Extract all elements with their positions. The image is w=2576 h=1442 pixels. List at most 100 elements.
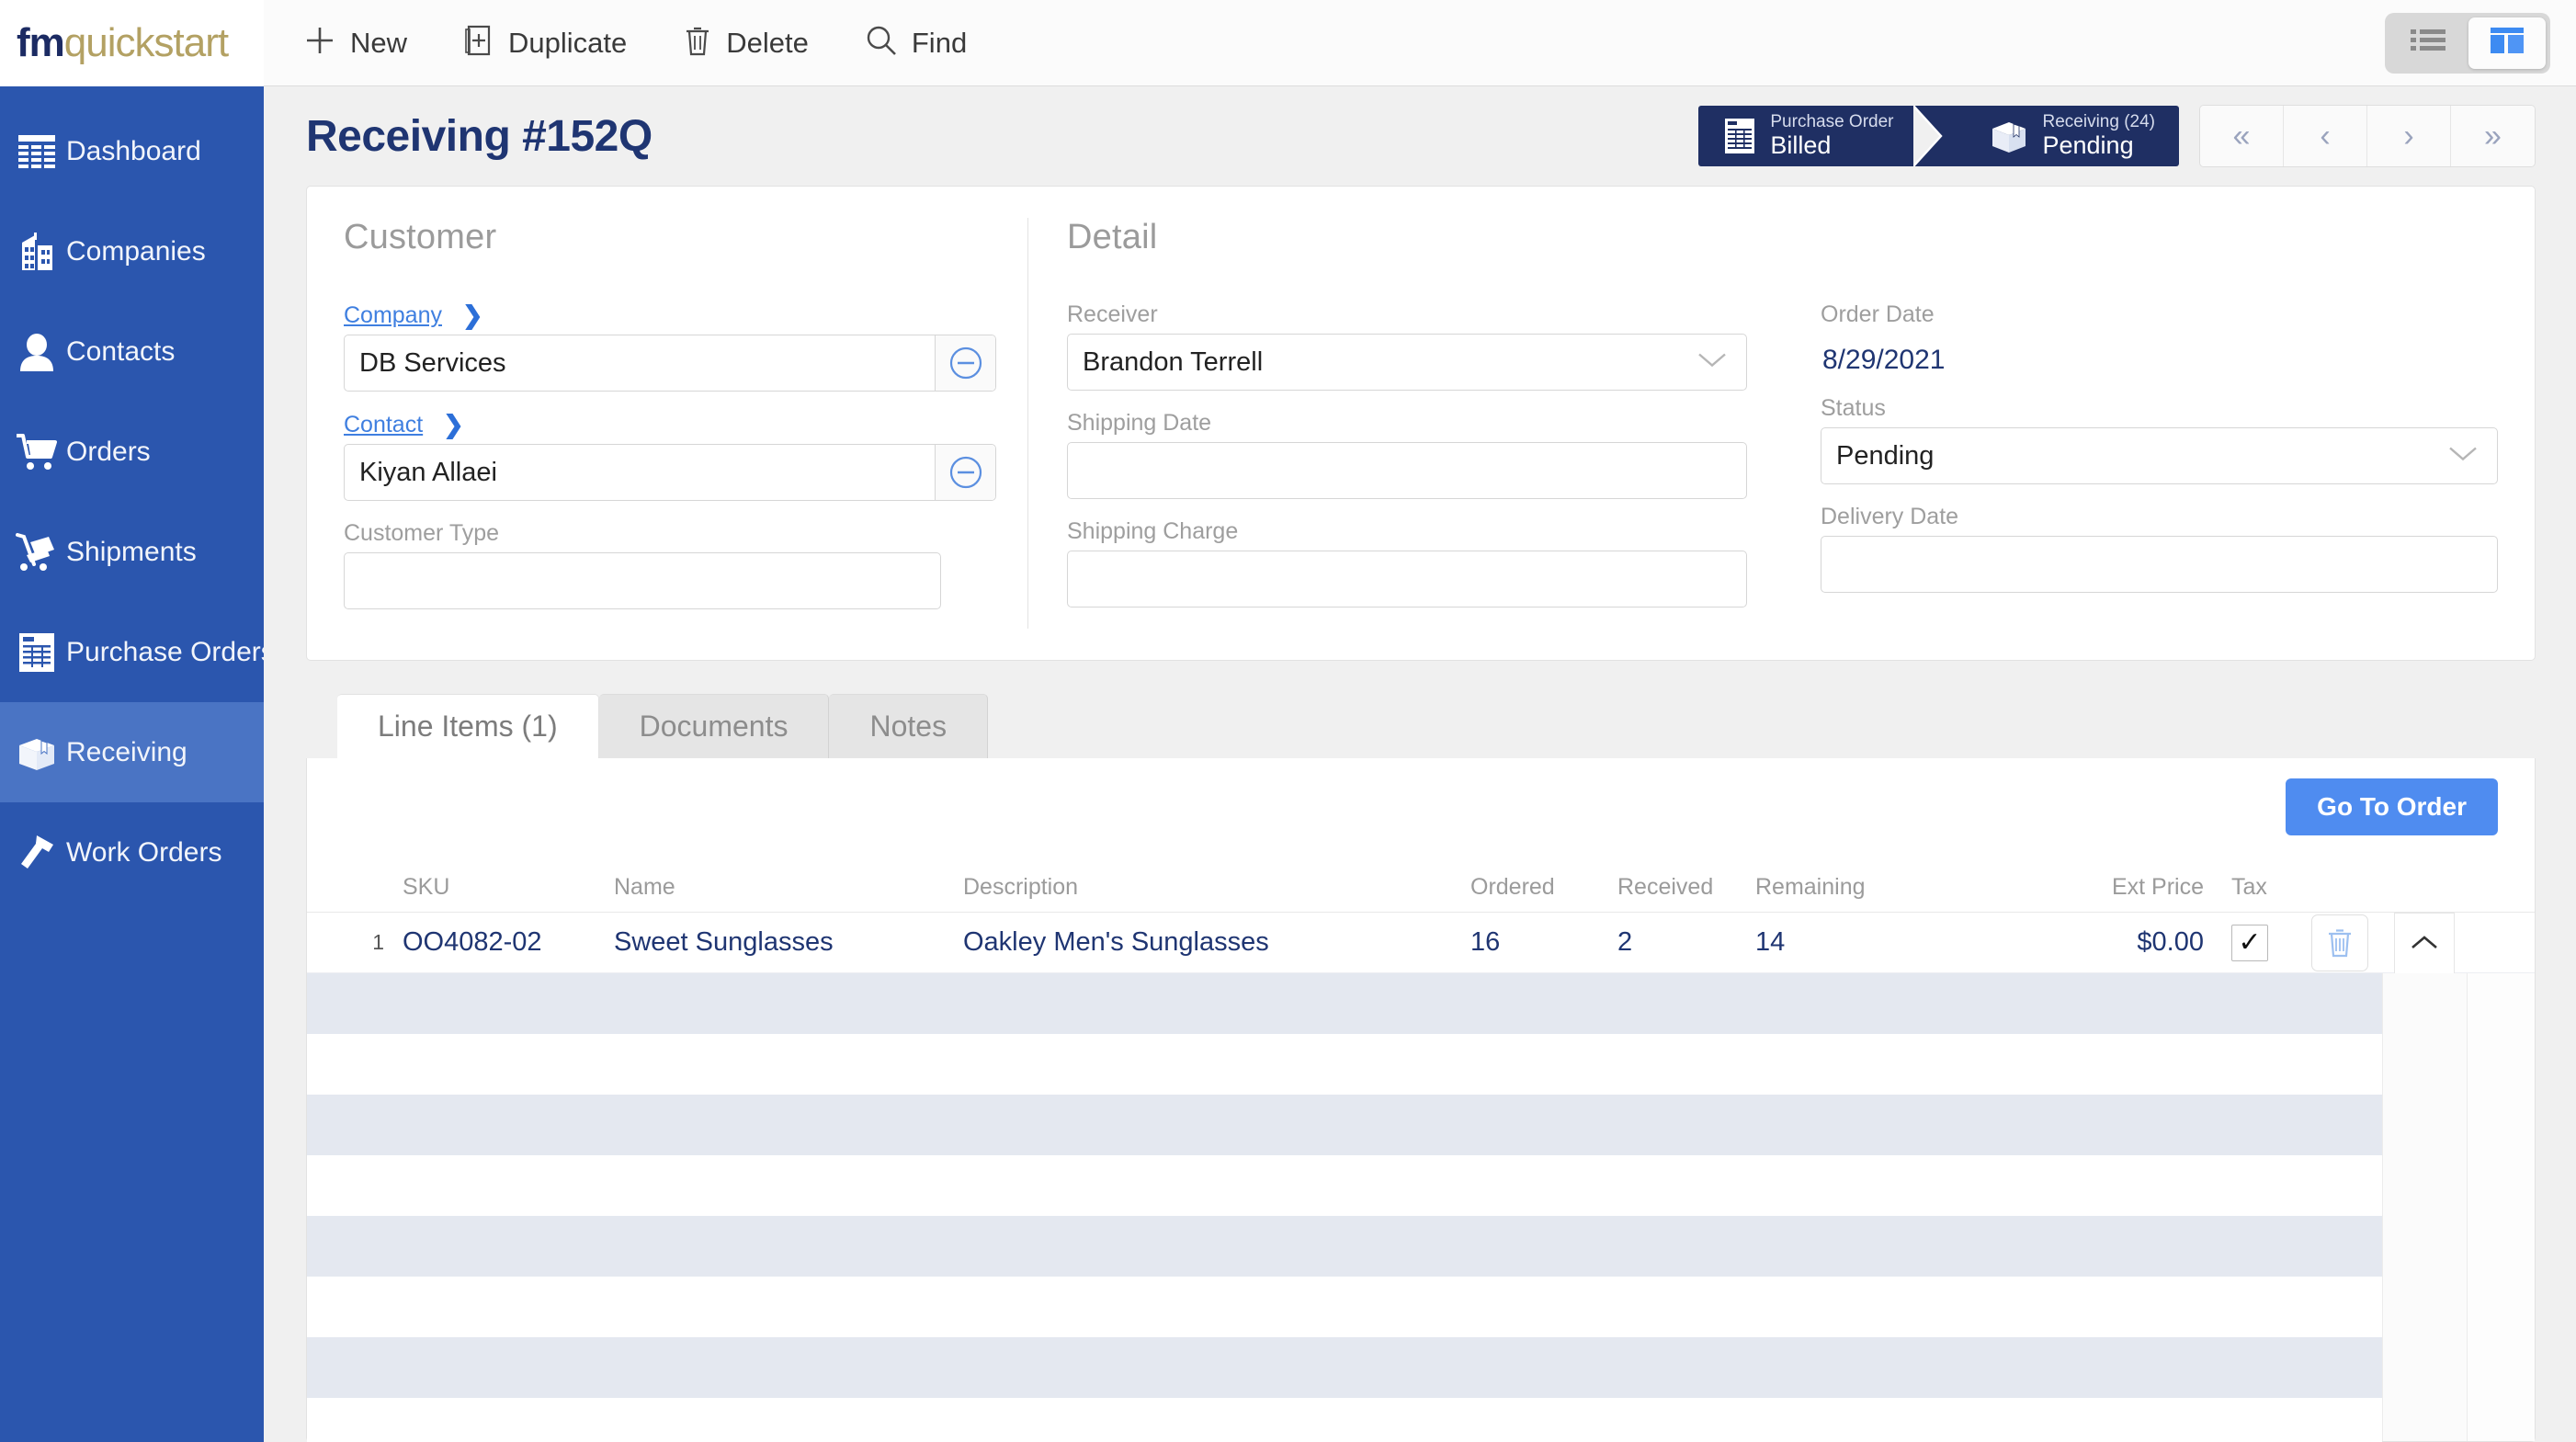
contact-input[interactable] bbox=[345, 445, 935, 500]
box-icon bbox=[7, 733, 66, 772]
form-view-icon bbox=[2489, 27, 2525, 59]
company-link[interactable]: Company bbox=[344, 302, 442, 329]
sidebar-nav: Dashboard Companies Contacts Orders Ship… bbox=[0, 86, 275, 1442]
chevron-right-icon[interactable]: ❯ bbox=[443, 411, 464, 439]
detail-section-title: Detail bbox=[1067, 218, 1158, 256]
view-mode-toggle bbox=[2385, 12, 2550, 74]
line-items-actions: Go To Order bbox=[307, 758, 2535, 845]
cell-tax: ✓ bbox=[2209, 924, 2298, 961]
pager-next-button[interactable]: › bbox=[2367, 106, 2451, 166]
hammer-icon bbox=[7, 834, 66, 872]
sidebar-item-purchase-orders[interactable]: Purchase Orders bbox=[0, 602, 275, 702]
sidebar-item-dashboard[interactable]: Dashboard bbox=[0, 101, 264, 201]
contact-field: Contact ❯ bbox=[344, 411, 996, 501]
contact-link[interactable]: Contact bbox=[344, 412, 423, 438]
cell-ordered: 16 bbox=[1470, 927, 1501, 957]
pager-previous-button[interactable]: ‹ bbox=[2284, 106, 2367, 166]
cell-delete bbox=[2298, 914, 2382, 971]
tax-checkbox[interactable]: ✓ bbox=[2231, 924, 2268, 961]
delivery-date-input[interactable] bbox=[1821, 537, 2497, 592]
sidebar-item-label: Work Orders bbox=[66, 836, 222, 868]
customer-type-label: Customer Type bbox=[344, 520, 500, 546]
status-step-purchase-order[interactable]: Purchase Order Billed bbox=[1698, 106, 1945, 166]
trash-icon bbox=[684, 25, 711, 61]
record-detail-card: Customer Company ❯ DB Services Contact ❯… bbox=[306, 186, 2536, 661]
sidebar-item-work-orders[interactable]: Work Orders bbox=[0, 802, 264, 903]
table-scrollbar[interactable] bbox=[2467, 973, 2535, 1441]
new-button[interactable]: New bbox=[304, 25, 407, 61]
empty-row bbox=[307, 1398, 2382, 1442]
pager-first-button[interactable]: « bbox=[2200, 106, 2284, 166]
app-logo: fmquickstart bbox=[0, 0, 264, 86]
status-step-receiving[interactable]: Receiving (24) Pending bbox=[1943, 106, 2179, 166]
status-breadcrumb: Purchase Order Billed Receiving (24) Pen… bbox=[1698, 106, 2179, 166]
sidebar-item-label: Contacts bbox=[66, 335, 176, 367]
empty-rows bbox=[307, 973, 2382, 1442]
sidebar-item-label: Receiving bbox=[66, 736, 187, 767]
cell-received: 2 bbox=[1617, 927, 1633, 957]
shipping-charge-field: Shipping Charge bbox=[1067, 518, 1747, 607]
list-view-button[interactable] bbox=[2389, 17, 2467, 69]
dashboard-icon bbox=[7, 134, 66, 169]
search-icon bbox=[866, 25, 897, 61]
go-to-order-button[interactable]: Go To Order bbox=[2286, 778, 2498, 835]
shipping-date-field: Shipping Date bbox=[1067, 410, 1747, 499]
contact-remove-button[interactable] bbox=[935, 445, 995, 500]
customer-section: Customer Company ❯ DB Services Contact ❯… bbox=[344, 218, 1028, 629]
sidebar-item-label: Dashboard bbox=[66, 135, 201, 166]
empty-row bbox=[307, 1155, 2382, 1216]
sidebar-item-label: Purchase Orders bbox=[66, 636, 275, 667]
main-area: New Duplicate Delete Find Receiving #152… bbox=[264, 0, 2576, 1442]
receiver-field: Receiver bbox=[1067, 301, 1747, 391]
sidebar-item-label: Orders bbox=[66, 436, 151, 467]
sidebar-item-contacts[interactable]: Contacts bbox=[0, 301, 264, 402]
plus-icon bbox=[304, 25, 335, 61]
line-items-table: SKU Name Description Ordered Received Re… bbox=[307, 863, 2535, 1442]
new-label: New bbox=[350, 26, 408, 59]
order-date-label: Order Date bbox=[1821, 301, 1935, 327]
cell-remaining: 14 bbox=[1755, 927, 1786, 957]
cart-icon bbox=[7, 433, 66, 471]
table-row[interactable]: 1 OO4082-02 Sweet Sunglasses Oakley Men'… bbox=[307, 912, 2535, 973]
company-remove-button[interactable] bbox=[935, 335, 995, 391]
delete-label: Delete bbox=[726, 26, 809, 59]
sidebar-item-companies[interactable]: Companies bbox=[0, 201, 264, 301]
pager-last-button[interactable]: » bbox=[2451, 106, 2535, 166]
empty-row bbox=[307, 1337, 2382, 1398]
sidebar-item-shipments[interactable]: Shipments bbox=[0, 502, 264, 602]
empty-row bbox=[307, 1095, 2382, 1155]
form-view-button[interactable] bbox=[2468, 17, 2546, 69]
status-step-value: Billed bbox=[1770, 131, 1832, 159]
duplicate-label: Duplicate bbox=[508, 26, 628, 59]
shipping-date-input[interactable] bbox=[1068, 443, 1746, 498]
receiver-select[interactable] bbox=[1068, 335, 1746, 390]
detail-section: Detail Receiver Shipping Date bbox=[1028, 218, 2498, 629]
status-field: Status bbox=[1821, 395, 2498, 484]
tab-documents[interactable]: Documents bbox=[598, 694, 830, 758]
sidebar-item-receiving[interactable]: Receiving bbox=[0, 702, 264, 802]
table-body-empty-area bbox=[307, 973, 2535, 1442]
delete-row-button[interactable] bbox=[2311, 914, 2368, 971]
empty-row bbox=[307, 973, 2382, 1034]
header-sku: SKU bbox=[403, 874, 450, 900]
find-button[interactable]: Find bbox=[866, 25, 967, 61]
tab-line-items[interactable]: Line Items (1) bbox=[337, 694, 599, 758]
find-label: Find bbox=[911, 26, 968, 59]
duplicate-button[interactable]: Duplicate bbox=[464, 25, 627, 61]
row-action-column bbox=[2382, 973, 2467, 1441]
customer-type-input[interactable] bbox=[345, 553, 940, 608]
sidebar-item-orders[interactable]: Orders bbox=[0, 402, 264, 502]
tab-notes[interactable]: Notes bbox=[829, 694, 989, 758]
empty-row bbox=[307, 1034, 2382, 1095]
status-step-caption: Receiving (24) bbox=[2042, 112, 2156, 132]
shipping-charge-input[interactable] bbox=[1068, 551, 1746, 607]
chevron-right-icon[interactable]: ❯ bbox=[462, 301, 483, 330]
company-input[interactable] bbox=[345, 335, 935, 391]
status-select[interactable] bbox=[1821, 428, 2497, 483]
delete-button[interactable]: Delete bbox=[684, 25, 809, 61]
chevron-separator-icon bbox=[1912, 106, 1945, 166]
expand-row-button[interactable] bbox=[2394, 912, 2455, 973]
invoice-icon bbox=[7, 632, 66, 673]
empty-row bbox=[307, 1277, 2382, 1337]
cell-description: Oakley Men's Sunglasses bbox=[963, 927, 1269, 957]
